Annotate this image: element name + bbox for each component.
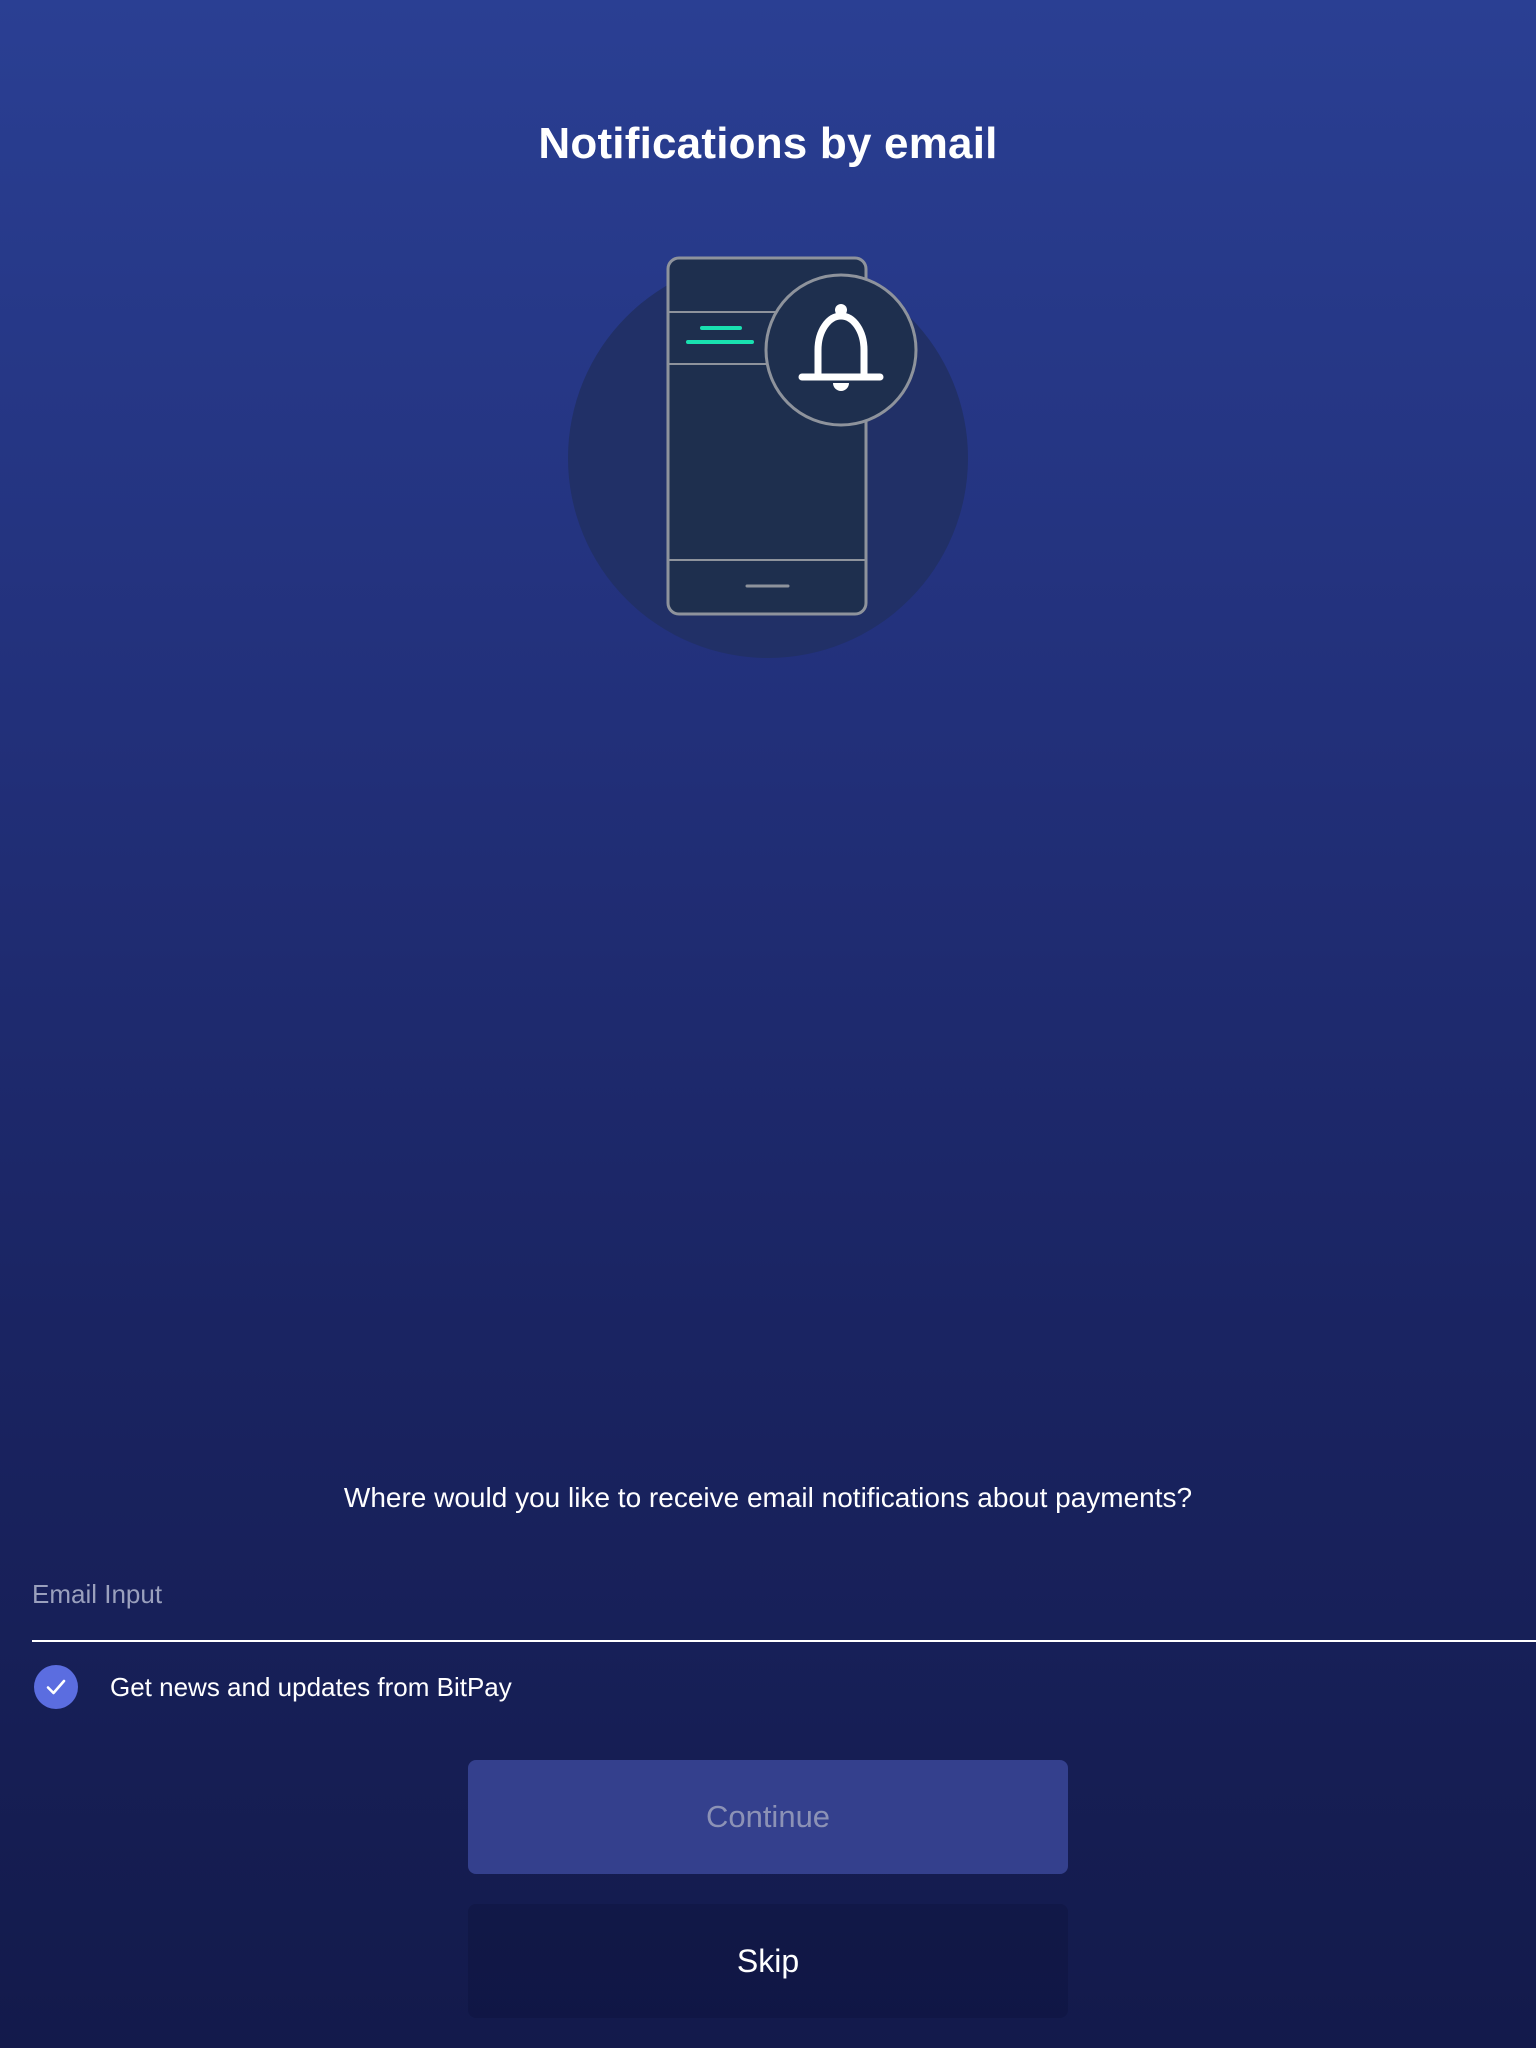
email-notifications-screen: Notifications by email Where would you l… bbox=[0, 0, 1536, 2048]
news-optin[interactable]: Get news and updates from BitPay bbox=[34, 1664, 512, 1710]
email-question: Where would you like to receive email no… bbox=[343, 1482, 1193, 1513]
checkmark-icon bbox=[46, 1679, 66, 1695]
email-input[interactable] bbox=[32, 1562, 1536, 1626]
phone-with-bell-icon bbox=[560, 250, 980, 670]
email-field[interactable] bbox=[32, 1562, 1536, 1642]
continue-button[interactable]: Continue bbox=[468, 1760, 1068, 1874]
optin-label: Get news and updates from BitPay bbox=[110, 1672, 512, 1702]
page-title: Notifications by email bbox=[538, 119, 998, 168]
bell-icon bbox=[764, 273, 918, 427]
skip-button[interactable]: Skip bbox=[468, 1904, 1068, 2018]
optin-checkbox[interactable] bbox=[34, 1665, 78, 1709]
